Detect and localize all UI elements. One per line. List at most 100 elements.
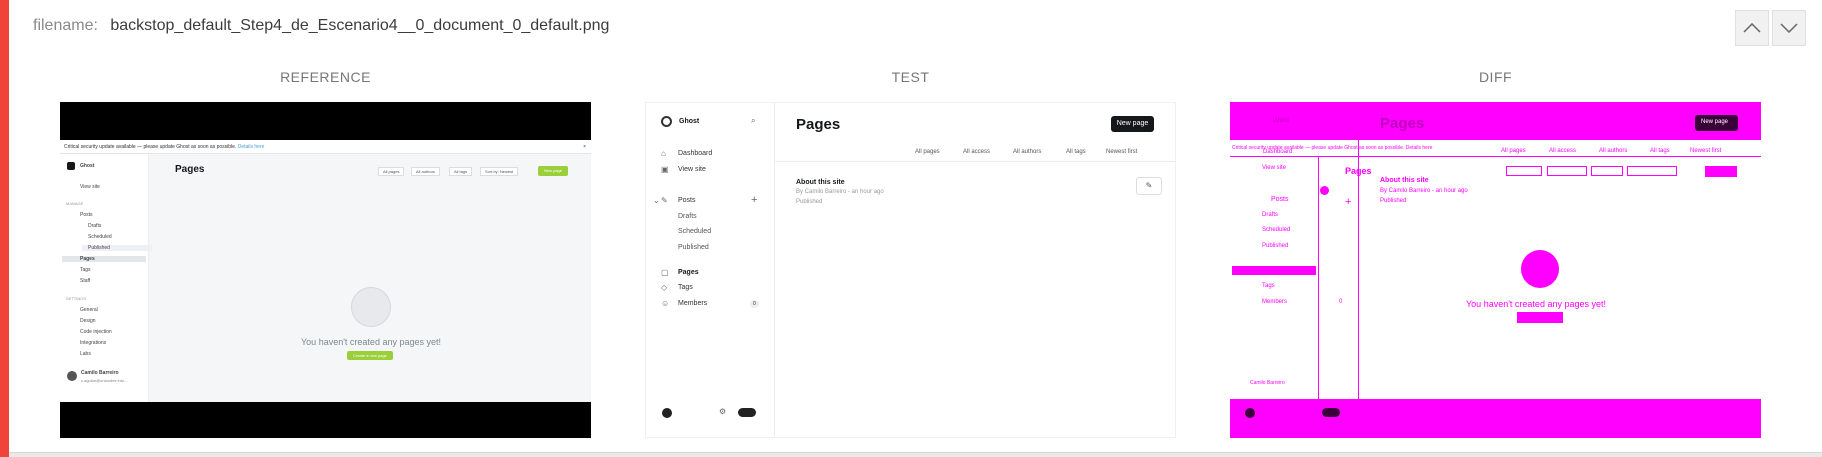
diff-create-button <box>1517 312 1563 323</box>
filter-access: All access <box>963 149 991 155</box>
drafts-item: Drafts <box>88 223 102 229</box>
diff-members: Members <box>1262 299 1288 305</box>
diff-user-name: Camilo Barreiro <box>1250 380 1285 386</box>
filter-authors: All authors <box>411 167 440 176</box>
pages-empty-icon <box>351 287 391 327</box>
filename-row: filename: backstop_default_Step4_de_Esce… <box>33 17 609 35</box>
home-icon: ⌂ <box>661 149 666 158</box>
reference-app: Critical security update available — ple… <box>60 140 591 402</box>
create-page-button: Create a new page <box>347 351 393 360</box>
code-injection-item: Code injection <box>80 329 112 335</box>
diff-avatar <box>1245 408 1255 418</box>
page-row-title: About this site <box>796 179 845 186</box>
test-result-card: filename: backstop_default_Step4_de_Esce… <box>0 0 1822 457</box>
search-icon: ⌕ <box>751 116 756 125</box>
test-sidebar: Ghost ⌕ ⌂ Dashboard ▣ View site ⌄ ✎ Post… <box>646 103 775 437</box>
new-page-button: New page <box>1111 116 1154 132</box>
diff-tags: Tags <box>1262 283 1275 289</box>
manage-label: MANAGE <box>66 201 84 206</box>
diff-filter-tags: All tags <box>1650 148 1670 154</box>
view-site: View site <box>80 184 100 190</box>
members-item: Members <box>678 300 708 307</box>
diff-view-site: View site <box>1262 165 1286 171</box>
brand-name: Ghost <box>80 163 95 169</box>
test-image[interactable]: Ghost ⌕ ⌂ Dashboard ▣ View site ⌄ ✎ Post… <box>645 102 1176 438</box>
diff-bottom-band <box>1230 399 1761 438</box>
prev-button[interactable] <box>1735 10 1769 46</box>
header-divider <box>774 161 1175 162</box>
ghost-logo-icon <box>661 116 672 127</box>
new-page-button: New page <box>538 166 568 176</box>
diff-new-page: New page <box>1701 119 1729 125</box>
diff-filter-access: All access <box>1549 148 1577 154</box>
scheduled-item: Scheduled <box>678 228 712 235</box>
diff-filter-box <box>1627 166 1677 176</box>
diff-filter-authors: All authors <box>1599 148 1628 154</box>
diff-row-title: About this site <box>1380 177 1429 184</box>
diff-pages-row <box>1232 266 1316 275</box>
empty-state-text: You haven't created any pages yet! <box>301 337 441 347</box>
diff-dashboard: Dashboard <box>1263 149 1293 155</box>
security-notice: Critical security update available — ple… <box>60 140 591 154</box>
diff-empty-text: You haven't created any pages yet! <box>1466 299 1606 309</box>
scheduled-item: Scheduled <box>88 234 112 240</box>
diff-filter-sort: Newest first <box>1690 148 1722 154</box>
published-item: Published <box>82 245 152 251</box>
pages-item: Pages <box>62 256 146 262</box>
integrations-item: Integrations <box>80 340 107 346</box>
close-icon: × <box>583 144 586 150</box>
page-row-meta: By Camilo Barreiro - an hour ago <box>796 189 884 195</box>
chevron-down-icon: ⌄ <box>653 196 660 205</box>
page-title: Pages <box>175 164 205 175</box>
diff-filter-box <box>1506 166 1542 176</box>
reference-label: REFERENCE <box>280 69 371 85</box>
filter-sort: Sort by: Newest <box>480 167 519 176</box>
diff-line <box>1230 156 1761 157</box>
edit-icon: ✎ <box>1136 177 1162 195</box>
plus-icon: + <box>751 194 758 206</box>
diff-dot <box>1320 186 1329 195</box>
members-count: 0 <box>750 300 759 308</box>
diff-brand: Ghost <box>1273 118 1290 124</box>
diff-line <box>1358 140 1359 399</box>
view-site: View site <box>678 166 706 173</box>
tags-item: Tags <box>678 284 693 291</box>
members-icon: ☺ <box>661 299 670 308</box>
general-item: General <box>80 307 98 313</box>
diff-scheduled: Scheduled <box>1262 227 1291 233</box>
diff-line <box>1318 156 1319 399</box>
diff-filter-box <box>1547 166 1587 176</box>
design-item: Design <box>80 318 96 324</box>
tag-icon: ◇ <box>661 283 668 292</box>
filter-pages: All pages <box>915 149 940 155</box>
fail-status-bar <box>0 0 9 457</box>
gear-icon: ⚙ <box>719 407 727 416</box>
dashboard-item: Dashboard <box>678 150 713 157</box>
diff-row-meta: By Camilo Barreiro - an hour ago <box>1380 188 1468 194</box>
plus-icon: + <box>1345 196 1352 208</box>
avatar <box>662 408 672 418</box>
tags-item: Tags <box>80 267 91 273</box>
posts-item: Posts <box>678 197 696 204</box>
diff-label: DIFF <box>1478 69 1513 85</box>
filter-pages: All pages <box>378 167 405 176</box>
published-item: Published <box>678 244 709 251</box>
filename-value: backstop_default_Step4_de_Escenario4__0_… <box>110 17 610 34</box>
diff-top-band <box>1230 102 1761 140</box>
edit-icon: ✎ <box>661 196 668 205</box>
staff-item: Staff <box>80 278 91 284</box>
diff-members-count: 0 <box>1339 299 1343 305</box>
next-button[interactable] <box>1772 10 1806 46</box>
diff-small-pages: Pages <box>1345 166 1372 176</box>
notice-link: Details here <box>237 144 265 150</box>
drafts-item: Drafts <box>678 213 697 220</box>
reference-image[interactable]: Critical security update available — ple… <box>60 102 591 438</box>
diff-empty-icon <box>1521 250 1559 288</box>
settings-label: SETTINGS <box>66 296 87 301</box>
reference-sidebar: Ghost View site MANAGE Posts Drafts Sche… <box>60 154 152 402</box>
filename-label: filename: <box>33 17 98 34</box>
diff-filter-box <box>1591 166 1623 176</box>
diff-image[interactable]: Pages New page Ghost Critical security u… <box>1230 102 1761 438</box>
posts-item: Posts <box>80 212 93 218</box>
notice-text: Critical security update available — ple… <box>64 144 237 150</box>
